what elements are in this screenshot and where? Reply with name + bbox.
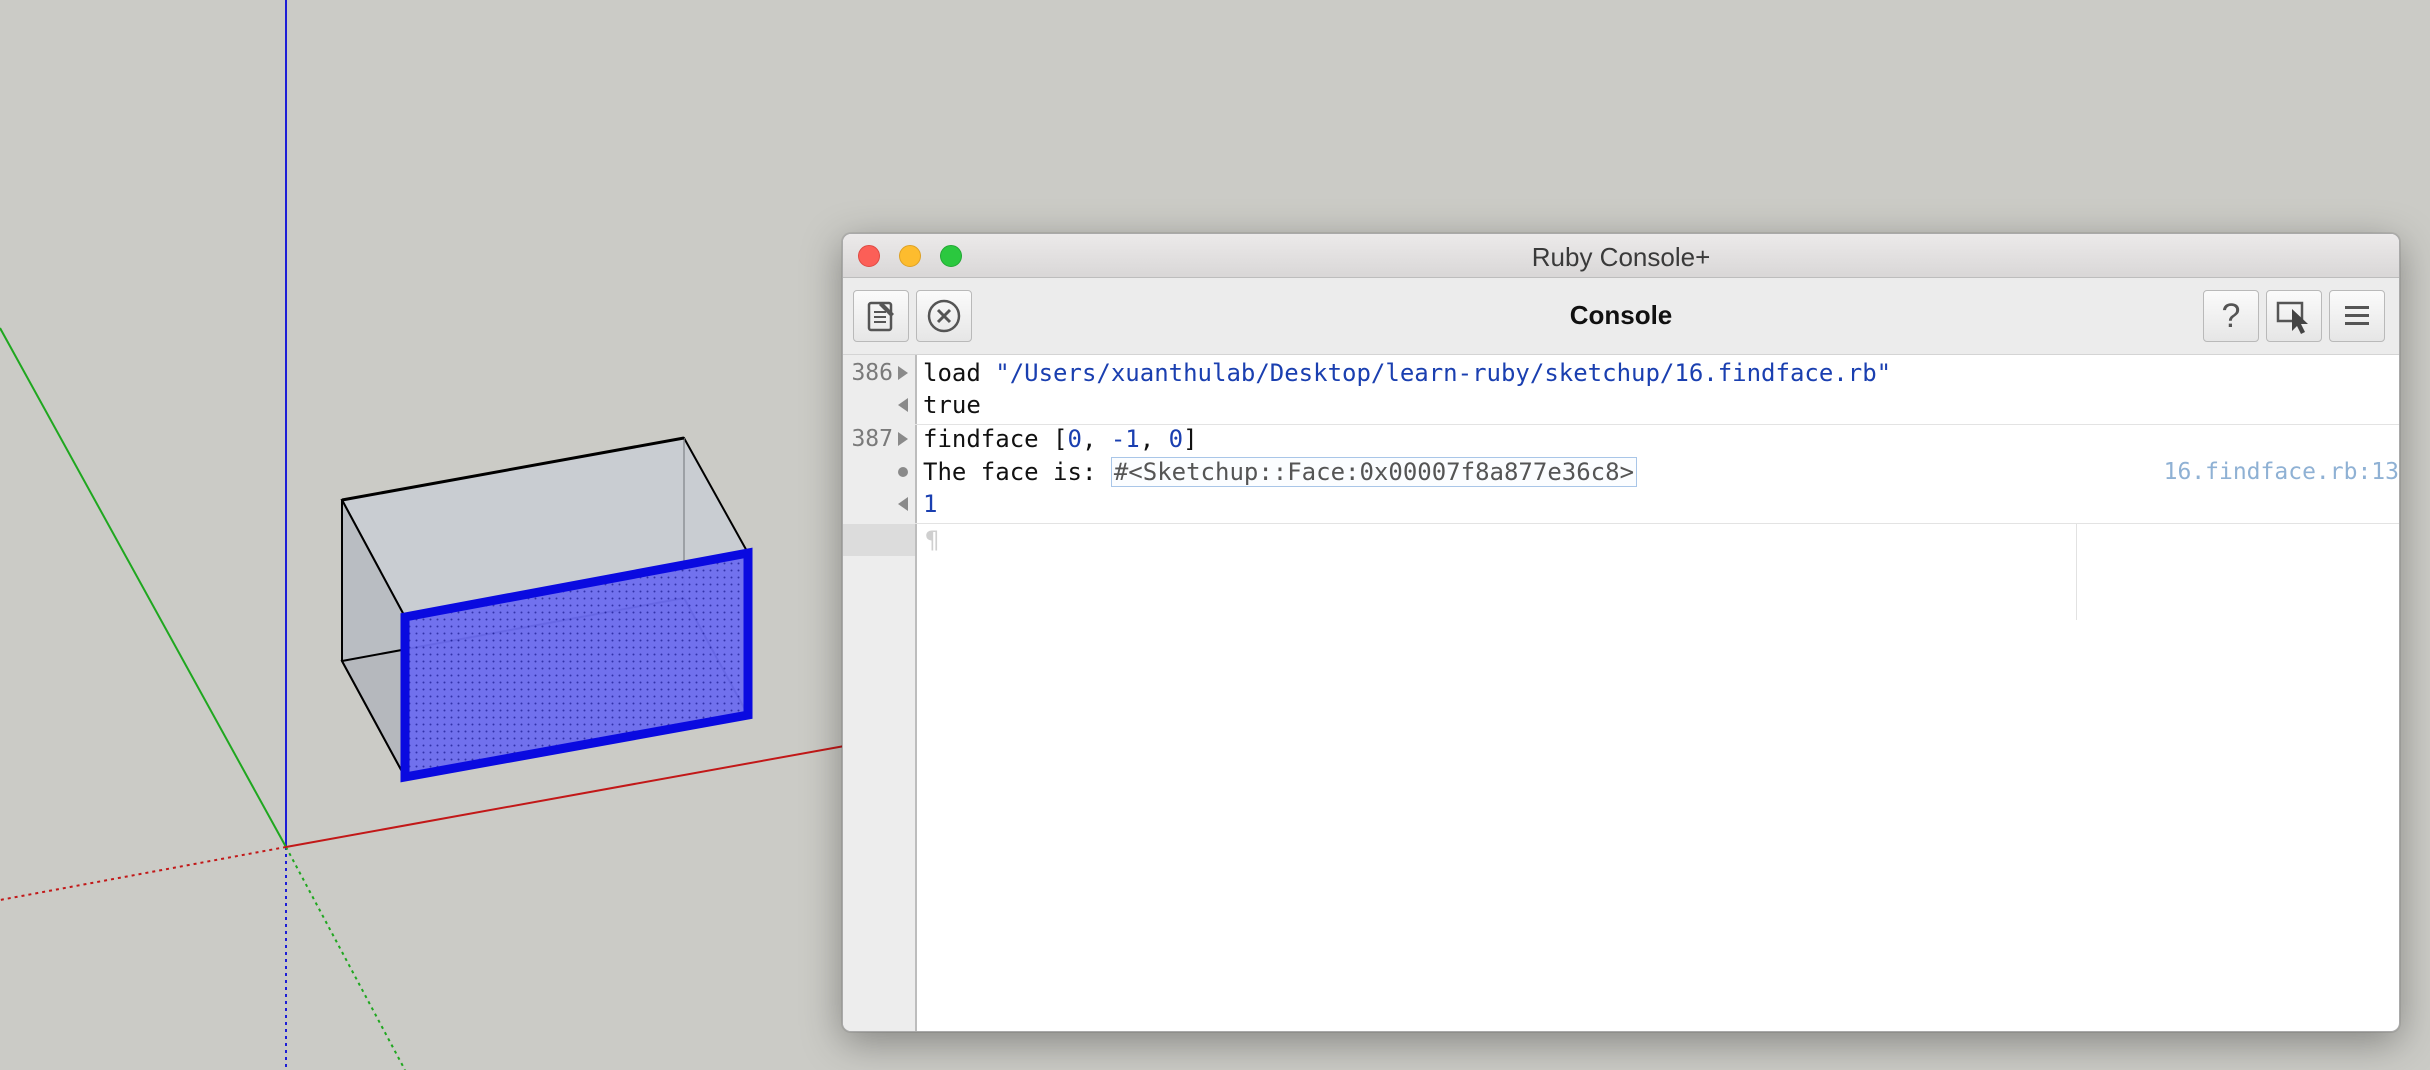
window-title: Ruby Console+	[1531, 242, 1711, 272]
object-reference-link[interactable]: #<Sketchup::Face:0x00007f8a877e36c8>	[1110, 457, 1638, 487]
green-axis-negative	[285, 846, 406, 1070]
line-number: 387	[851, 426, 893, 452]
console-output[interactable]: 386 load "/Users/xuanthulab/Desktop/lear…	[843, 355, 2399, 1031]
console-line[interactable]: 386 load "/Users/xuanthulab/Desktop/lear…	[843, 357, 2399, 389]
toolbar-title: Console	[1569, 300, 1673, 330]
result-value: true	[923, 391, 981, 419]
entry-divider	[915, 523, 2399, 524]
input-divider	[2076, 524, 2077, 620]
result-arrow-icon	[894, 389, 912, 421]
input-field[interactable]: ¶	[925, 524, 939, 556]
console-line[interactable]: The face is: #<Sketchup::Face:0x00007f8a…	[843, 456, 2399, 488]
input-arrow-icon	[894, 357, 912, 389]
code-input[interactable]: findface [0, -1, 0]	[923, 423, 1198, 455]
ruby-console-window[interactable]: Ruby Console+ Console ? 386 load "/Users…	[842, 233, 2400, 1032]
green-axis	[0, 327, 287, 848]
titlebar[interactable]: Ruby Console+	[843, 234, 2399, 278]
help-icon: ?	[2222, 297, 2241, 335]
current-line-gutter	[843, 524, 915, 556]
select-entity-button[interactable]	[2266, 290, 2322, 342]
red-axis-negative	[0, 846, 287, 901]
code-input[interactable]: load "/Users/xuanthulab/Desktop/learn-ru…	[923, 357, 1891, 389]
result-value: 1	[923, 490, 938, 518]
result-arrow-icon	[894, 488, 912, 520]
box-model[interactable]	[340, 436, 753, 783]
input-arrow-icon	[894, 423, 912, 455]
console-line[interactable]: 1	[843, 488, 2399, 520]
toolbar: Console ?	[843, 278, 2399, 355]
select-entity-icon	[2276, 301, 2308, 334]
console-line[interactable]: true	[843, 389, 2399, 421]
menu-icon	[2345, 306, 2369, 325]
menu-button[interactable]	[2329, 290, 2385, 342]
source-location-link[interactable]: 16.findface.rb:13	[2164, 456, 2399, 488]
svg-text:?: ?	[2222, 297, 2241, 335]
red-axis	[285, 744, 851, 848]
puts-output: The face is: #<Sketchup::Face:0x00007f8a…	[923, 456, 1638, 488]
help-button[interactable]: ?	[2203, 290, 2259, 342]
line-number: 386	[851, 360, 893, 386]
console-line[interactable]: 387 findface [0, -1, 0]	[843, 423, 2399, 455]
output-dot-icon	[894, 456, 912, 488]
